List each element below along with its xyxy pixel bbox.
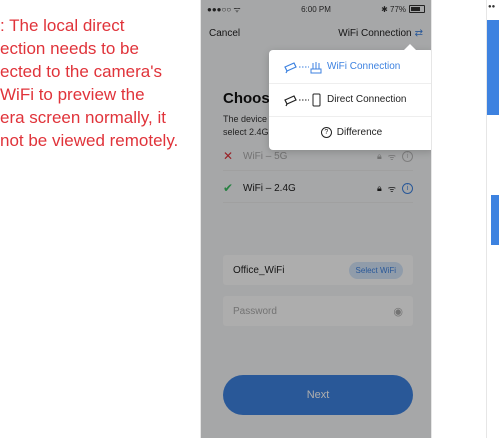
help-icon: ? bbox=[320, 127, 332, 138]
header-band bbox=[487, 20, 499, 115]
menu-item-direct-connection[interactable]: Direct Connection bbox=[269, 83, 431, 117]
adjacent-screen-edge: ●● bbox=[486, 0, 499, 438]
signal-dots: ●● bbox=[488, 4, 496, 10]
note-line: not be viewed remotely. bbox=[0, 131, 179, 150]
menu-label: WiFi Connection bbox=[327, 61, 401, 72]
note-line: ection needs to be bbox=[0, 39, 139, 58]
phone-screen: ●●●○○ ᯤ 6:00 PM ✱ 77% Cancel WiFi Connec… bbox=[200, 0, 432, 438]
camera-router-icon bbox=[269, 60, 327, 74]
annotation-note: : The local direct ection needs to be ec… bbox=[0, 14, 196, 152]
note-line: era screen normally, it bbox=[0, 108, 166, 127]
difference-label: Difference bbox=[336, 127, 383, 138]
camera-phone-icon bbox=[269, 93, 327, 107]
accent-bar bbox=[491, 195, 499, 245]
connection-menu: WiFi Connection Direct Connection ? Diff… bbox=[269, 44, 431, 150]
note-line: WiFi to preview the bbox=[0, 85, 145, 104]
difference-link[interactable]: ? Difference bbox=[269, 116, 431, 149]
menu-label: Direct Connection bbox=[327, 94, 407, 105]
note-line: ected to the camera's bbox=[0, 62, 162, 81]
note-line: : The local direct bbox=[0, 16, 125, 35]
menu-item-wifi-connection[interactable]: WiFi Connection bbox=[269, 50, 431, 84]
